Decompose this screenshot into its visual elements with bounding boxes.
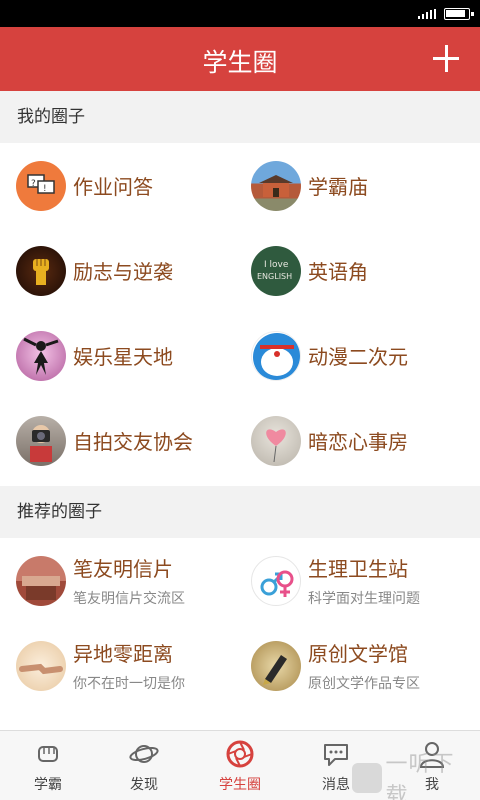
circle-item-entertainment[interactable]: 娱乐星天地 bbox=[16, 313, 251, 398]
svg-text:ENGLISH: ENGLISH bbox=[257, 272, 292, 281]
circle-description: 原创文学作品专区 bbox=[308, 676, 420, 692]
circle-item-anime[interactable]: 动漫二次元 bbox=[251, 313, 480, 398]
gender-symbols-icon bbox=[251, 555, 301, 606]
circle-item-literature[interactable]: 原创文学馆 原创文学作品专区 bbox=[251, 623, 480, 708]
circle-name: 暗恋心事房 bbox=[308, 430, 408, 454]
tab-label: 学霸 bbox=[34, 777, 62, 793]
circle-name: 动漫二次元 bbox=[308, 345, 408, 369]
section-header-mine: 我的圈子 bbox=[0, 91, 480, 143]
fist-icon bbox=[38, 746, 58, 762]
circle-item-penpal[interactable]: 笔友明信片 笔友明信片交流区 bbox=[16, 538, 251, 623]
circle-description: 你不在时一切是你 bbox=[73, 676, 185, 692]
tab-label: 发现 bbox=[130, 777, 158, 793]
planet-icon bbox=[129, 745, 159, 763]
tab-student-circle[interactable]: 学生圈 bbox=[192, 731, 288, 800]
circle-item-homework-qa[interactable]: ? ! 作业问答 bbox=[16, 143, 251, 228]
recommended-circles-panel: 笔友明信片 笔友明信片交流区 生理卫生站 科学面对生理问题 异地零距离 你不在时… bbox=[0, 538, 480, 730]
circle-name: 作业问答 bbox=[73, 175, 153, 199]
circle-item-english-corner[interactable]: I love ENGLISH 英语角 bbox=[251, 228, 480, 313]
circle-name: 学霸庙 bbox=[308, 175, 368, 199]
circle-item-secret-crush[interactable]: 暗恋心事房 bbox=[251, 398, 480, 483]
circle-name: 异地零距离 bbox=[73, 642, 173, 666]
battery-icon bbox=[444, 8, 474, 20]
circle-description: 笔友明信片交流区 bbox=[73, 591, 185, 607]
circle-description: 科学面对生理问题 bbox=[308, 591, 420, 607]
circle-name: 娱乐星天地 bbox=[73, 345, 173, 369]
postcard-photo-icon bbox=[16, 555, 66, 606]
qa-bubbles-icon: ? ! bbox=[16, 160, 66, 211]
circle-name: 励志与逆袭 bbox=[73, 260, 173, 284]
svg-text:I love: I love bbox=[264, 260, 289, 270]
i-love-english-chalkboard-icon: I love ENGLISH bbox=[251, 245, 301, 296]
watermark: 一听下载 bbox=[352, 752, 480, 800]
my-circles-panel: ? ! 作业问答 学霸庙 励志与逆袭 I love ENGLISH 英语角 娱乐… bbox=[0, 143, 480, 486]
circle-item-long-distance[interactable]: 异地零距离 你不在时一切是你 bbox=[16, 623, 251, 708]
aperture-icon bbox=[226, 740, 254, 768]
circle-name: 生理卫生站 bbox=[308, 557, 408, 581]
title-bar: 学生圈 bbox=[0, 27, 480, 91]
circle-item-health[interactable]: 生理卫生站 科学面对生理问题 bbox=[251, 538, 480, 623]
section-header-recommended: 推荐的圈子 bbox=[0, 486, 480, 538]
holding-hands-icon bbox=[16, 640, 66, 691]
doraemon-icon bbox=[251, 330, 301, 381]
add-circle-button[interactable] bbox=[424, 37, 468, 81]
circle-name: 英语角 bbox=[308, 260, 368, 284]
watermark-text: 一听下载 bbox=[385, 751, 455, 800]
svg-text:?: ? bbox=[31, 179, 36, 189]
tab-label: 学生圈 bbox=[219, 777, 261, 793]
raised-fist-icon bbox=[16, 245, 66, 296]
signal-icon bbox=[418, 9, 436, 19]
svg-text:!: ! bbox=[43, 184, 47, 194]
circle-name: 自拍交友协会 bbox=[73, 430, 193, 454]
watermark-logo-icon bbox=[352, 762, 382, 793]
circle-item-selfie[interactable]: 自拍交友协会 bbox=[16, 398, 251, 483]
tab-xueba[interactable]: 学霸 bbox=[0, 731, 96, 800]
heart-balloon-icon bbox=[251, 415, 301, 466]
circle-item-inspiration[interactable]: 励志与逆袭 bbox=[16, 228, 251, 313]
temple-photo-icon bbox=[251, 160, 301, 211]
status-bar bbox=[0, 0, 480, 27]
dancer-silhouette-icon bbox=[16, 330, 66, 381]
circle-name: 原创文学馆 bbox=[308, 642, 408, 666]
page-title: 学生圈 bbox=[202, 48, 278, 77]
circle-item-temple[interactable]: 学霸庙 bbox=[251, 143, 480, 228]
fountain-pen-icon bbox=[251, 640, 301, 691]
circle-name: 笔友明信片 bbox=[73, 557, 173, 581]
chat-bubble-icon bbox=[324, 744, 348, 766]
tab-discover[interactable]: 发现 bbox=[96, 731, 192, 800]
selfie-camera-icon bbox=[16, 415, 66, 466]
